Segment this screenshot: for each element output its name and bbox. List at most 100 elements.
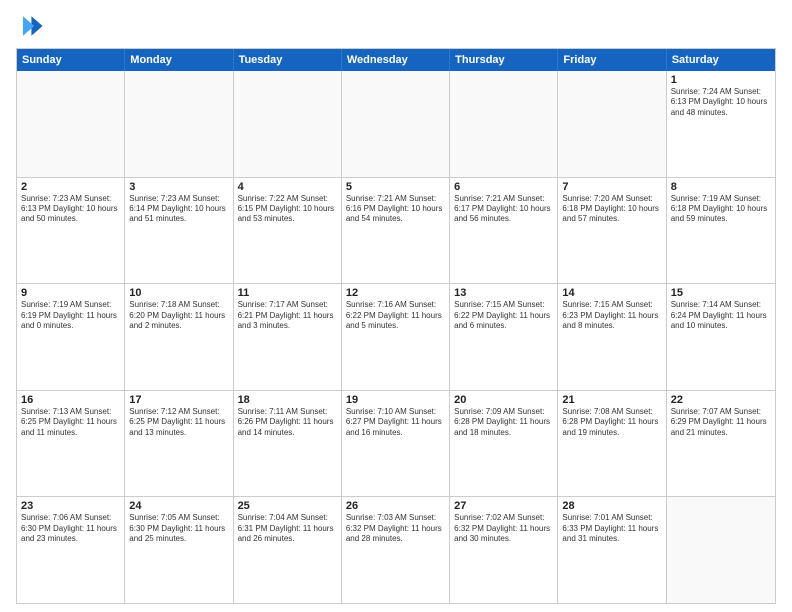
day-number: 14	[562, 287, 661, 299]
day-cell-16: 16Sunrise: 7:13 AM Sunset: 6:25 PM Dayli…	[17, 391, 125, 497]
day-info: Sunrise: 7:20 AM Sunset: 6:18 PM Dayligh…	[562, 194, 661, 225]
day-number: 21	[562, 394, 661, 406]
day-number: 9	[21, 287, 120, 299]
day-cell-23: 23Sunrise: 7:06 AM Sunset: 6:30 PM Dayli…	[17, 497, 125, 603]
day-number: 22	[671, 394, 771, 406]
day-number: 19	[346, 394, 445, 406]
day-number: 16	[21, 394, 120, 406]
day-cell-11: 11Sunrise: 7:17 AM Sunset: 6:21 PM Dayli…	[234, 284, 342, 390]
day-cell-6: 6Sunrise: 7:21 AM Sunset: 6:17 PM Daylig…	[450, 178, 558, 284]
day-number: 15	[671, 287, 771, 299]
day-cell-2: 2Sunrise: 7:23 AM Sunset: 6:13 PM Daylig…	[17, 178, 125, 284]
calendar-row-2: 9Sunrise: 7:19 AM Sunset: 6:19 PM Daylig…	[17, 283, 775, 390]
weekday-header-wednesday: Wednesday	[342, 49, 450, 71]
day-cell-26: 26Sunrise: 7:03 AM Sunset: 6:32 PM Dayli…	[342, 497, 450, 603]
calendar-row-1: 2Sunrise: 7:23 AM Sunset: 6:13 PM Daylig…	[17, 177, 775, 284]
day-info: Sunrise: 7:13 AM Sunset: 6:25 PM Dayligh…	[21, 407, 120, 438]
day-cell-28: 28Sunrise: 7:01 AM Sunset: 6:33 PM Dayli…	[558, 497, 666, 603]
day-number: 13	[454, 287, 553, 299]
day-cell-12: 12Sunrise: 7:16 AM Sunset: 6:22 PM Dayli…	[342, 284, 450, 390]
header	[16, 12, 776, 40]
day-info: Sunrise: 7:23 AM Sunset: 6:14 PM Dayligh…	[129, 194, 228, 225]
day-number: 28	[562, 500, 661, 512]
day-cell-empty-0-2	[234, 71, 342, 177]
day-cell-21: 21Sunrise: 7:08 AM Sunset: 6:28 PM Dayli…	[558, 391, 666, 497]
day-cell-20: 20Sunrise: 7:09 AM Sunset: 6:28 PM Dayli…	[450, 391, 558, 497]
day-info: Sunrise: 7:18 AM Sunset: 6:20 PM Dayligh…	[129, 300, 228, 331]
calendar-row-4: 23Sunrise: 7:06 AM Sunset: 6:30 PM Dayli…	[17, 496, 775, 603]
day-number: 10	[129, 287, 228, 299]
day-number: 8	[671, 181, 771, 193]
day-info: Sunrise: 7:15 AM Sunset: 6:22 PM Dayligh…	[454, 300, 553, 331]
day-number: 4	[238, 181, 337, 193]
day-info: Sunrise: 7:24 AM Sunset: 6:13 PM Dayligh…	[671, 87, 771, 118]
logo	[16, 12, 46, 40]
day-number: 1	[671, 74, 771, 86]
day-info: Sunrise: 7:23 AM Sunset: 6:13 PM Dayligh…	[21, 194, 120, 225]
day-cell-15: 15Sunrise: 7:14 AM Sunset: 6:24 PM Dayli…	[667, 284, 775, 390]
day-info: Sunrise: 7:01 AM Sunset: 6:33 PM Dayligh…	[562, 513, 661, 544]
calendar-body: 1Sunrise: 7:24 AM Sunset: 6:13 PM Daylig…	[17, 71, 775, 603]
day-number: 11	[238, 287, 337, 299]
weekday-header-sunday: Sunday	[17, 49, 125, 71]
day-info: Sunrise: 7:19 AM Sunset: 6:18 PM Dayligh…	[671, 194, 771, 225]
day-cell-27: 27Sunrise: 7:02 AM Sunset: 6:32 PM Dayli…	[450, 497, 558, 603]
page: SundayMondayTuesdayWednesdayThursdayFrid…	[0, 0, 792, 612]
day-cell-empty-0-5	[558, 71, 666, 177]
day-info: Sunrise: 7:17 AM Sunset: 6:21 PM Dayligh…	[238, 300, 337, 331]
day-number: 17	[129, 394, 228, 406]
day-cell-9: 9Sunrise: 7:19 AM Sunset: 6:19 PM Daylig…	[17, 284, 125, 390]
day-cell-19: 19Sunrise: 7:10 AM Sunset: 6:27 PM Dayli…	[342, 391, 450, 497]
day-cell-7: 7Sunrise: 7:20 AM Sunset: 6:18 PM Daylig…	[558, 178, 666, 284]
day-cell-empty-0-1	[125, 71, 233, 177]
day-number: 6	[454, 181, 553, 193]
day-number: 25	[238, 500, 337, 512]
day-info: Sunrise: 7:08 AM Sunset: 6:28 PM Dayligh…	[562, 407, 661, 438]
day-info: Sunrise: 7:16 AM Sunset: 6:22 PM Dayligh…	[346, 300, 445, 331]
day-number: 3	[129, 181, 228, 193]
day-cell-22: 22Sunrise: 7:07 AM Sunset: 6:29 PM Dayli…	[667, 391, 775, 497]
day-info: Sunrise: 7:02 AM Sunset: 6:32 PM Dayligh…	[454, 513, 553, 544]
day-info: Sunrise: 7:14 AM Sunset: 6:24 PM Dayligh…	[671, 300, 771, 331]
day-cell-10: 10Sunrise: 7:18 AM Sunset: 6:20 PM Dayli…	[125, 284, 233, 390]
day-number: 2	[21, 181, 120, 193]
day-number: 23	[21, 500, 120, 512]
weekday-header-monday: Monday	[125, 49, 233, 71]
day-info: Sunrise: 7:09 AM Sunset: 6:28 PM Dayligh…	[454, 407, 553, 438]
calendar-header: SundayMondayTuesdayWednesdayThursdayFrid…	[17, 49, 775, 71]
day-cell-empty-0-0	[17, 71, 125, 177]
calendar-row-3: 16Sunrise: 7:13 AM Sunset: 6:25 PM Dayli…	[17, 390, 775, 497]
day-number: 26	[346, 500, 445, 512]
day-info: Sunrise: 7:19 AM Sunset: 6:19 PM Dayligh…	[21, 300, 120, 331]
day-cell-empty-4-6	[667, 497, 775, 603]
day-cell-18: 18Sunrise: 7:11 AM Sunset: 6:26 PM Dayli…	[234, 391, 342, 497]
day-cell-1: 1Sunrise: 7:24 AM Sunset: 6:13 PM Daylig…	[667, 71, 775, 177]
day-cell-empty-0-3	[342, 71, 450, 177]
day-number: 12	[346, 287, 445, 299]
day-number: 24	[129, 500, 228, 512]
day-info: Sunrise: 7:21 AM Sunset: 6:16 PM Dayligh…	[346, 194, 445, 225]
day-cell-empty-0-4	[450, 71, 558, 177]
day-number: 27	[454, 500, 553, 512]
day-info: Sunrise: 7:15 AM Sunset: 6:23 PM Dayligh…	[562, 300, 661, 331]
weekday-header-friday: Friday	[558, 49, 666, 71]
day-cell-25: 25Sunrise: 7:04 AM Sunset: 6:31 PM Dayli…	[234, 497, 342, 603]
day-cell-4: 4Sunrise: 7:22 AM Sunset: 6:15 PM Daylig…	[234, 178, 342, 284]
day-info: Sunrise: 7:12 AM Sunset: 6:25 PM Dayligh…	[129, 407, 228, 438]
logo-icon	[16, 12, 44, 40]
weekday-header-tuesday: Tuesday	[234, 49, 342, 71]
day-number: 5	[346, 181, 445, 193]
day-cell-8: 8Sunrise: 7:19 AM Sunset: 6:18 PM Daylig…	[667, 178, 775, 284]
day-info: Sunrise: 7:10 AM Sunset: 6:27 PM Dayligh…	[346, 407, 445, 438]
day-info: Sunrise: 7:07 AM Sunset: 6:29 PM Dayligh…	[671, 407, 771, 438]
day-cell-5: 5Sunrise: 7:21 AM Sunset: 6:16 PM Daylig…	[342, 178, 450, 284]
day-number: 18	[238, 394, 337, 406]
day-cell-14: 14Sunrise: 7:15 AM Sunset: 6:23 PM Dayli…	[558, 284, 666, 390]
weekday-header-saturday: Saturday	[667, 49, 775, 71]
day-info: Sunrise: 7:06 AM Sunset: 6:30 PM Dayligh…	[21, 513, 120, 544]
day-info: Sunrise: 7:05 AM Sunset: 6:30 PM Dayligh…	[129, 513, 228, 544]
day-cell-13: 13Sunrise: 7:15 AM Sunset: 6:22 PM Dayli…	[450, 284, 558, 390]
day-info: Sunrise: 7:04 AM Sunset: 6:31 PM Dayligh…	[238, 513, 337, 544]
day-number: 7	[562, 181, 661, 193]
day-cell-24: 24Sunrise: 7:05 AM Sunset: 6:30 PM Dayli…	[125, 497, 233, 603]
